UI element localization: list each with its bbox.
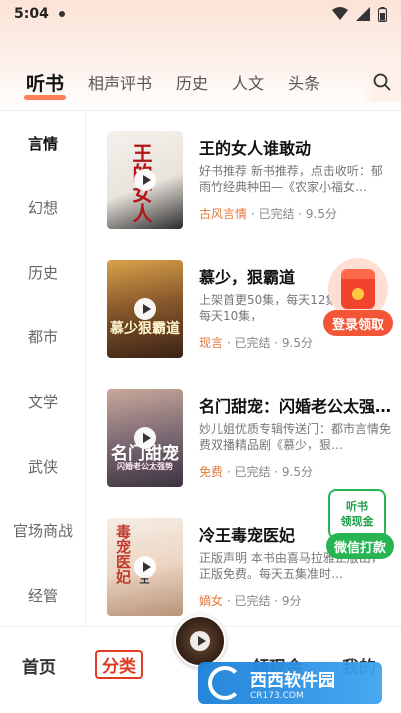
wechat-payout-button[interactable]: 微信打款 xyxy=(326,533,394,559)
tab-humanities[interactable]: 人文 xyxy=(232,70,264,94)
book-description: 妙儿姐优质专辑传送门：都市言情免费双播精品剧《慕少，狠… xyxy=(199,422,391,452)
book-meta: 古风言情 · 已完结 · 9.5分 xyxy=(199,205,337,222)
tab-headlines[interactable]: 头条 xyxy=(288,70,320,94)
sidebar-item-martial-arts[interactable]: 武侠 xyxy=(0,456,86,477)
status-icons xyxy=(332,6,387,22)
book-genre: 免费 xyxy=(199,465,224,479)
book-genre: 嫡女 xyxy=(199,594,224,608)
play-icon xyxy=(134,298,156,320)
tab-crosstalk-storytelling[interactable]: 相声评书 xyxy=(88,70,152,94)
nav-home[interactable]: 首页 xyxy=(22,653,56,678)
site-watermark: 西西软件园 CR173.COM xyxy=(198,662,382,704)
list-item[interactable]: 名门甜宠 闪婚老公太强势 名门甜宠：闪婚老公太强… 妙儿姐优质专辑传送门：都市言… xyxy=(87,389,401,499)
watermark-sub-text: CR173.COM xyxy=(250,690,304,701)
book-cover: 慕少狠霸道 xyxy=(107,260,183,358)
sidebar-item-economics[interactable]: 经管 xyxy=(0,585,86,606)
book-cover: 毒宠医妃 冷王 xyxy=(107,518,183,616)
login-reward-float[interactable]: 登录领取 xyxy=(323,258,393,338)
wifi-icon xyxy=(332,7,348,20)
sidebar-item-fantasy[interactable]: 幻想 xyxy=(0,197,86,218)
category-tabs: 听书 相声评书 历史 人文 头条 xyxy=(0,62,401,102)
cover-title: 毒宠医妃 xyxy=(114,524,132,584)
cover-subtitle: 闪婚老公太强势 xyxy=(117,461,173,471)
search-button[interactable] xyxy=(363,62,401,102)
watermark-main-text: 西西软件园 xyxy=(250,670,335,691)
sidebar-item-literature[interactable]: 文学 xyxy=(0,391,86,412)
book-status: · 已完结 · 9分 xyxy=(226,594,302,608)
listen-cash-line1: 听书 xyxy=(346,500,368,513)
listen-cash-line2: 领现金 xyxy=(340,515,374,528)
book-genre: 古风言情 xyxy=(199,207,248,221)
book-meta: 免费 · 已完结 · 9.5分 xyxy=(199,463,313,480)
tab-listen-books[interactable]: 听书 xyxy=(23,69,67,100)
book-meta: 嫡女 · 已完结 · 9分 xyxy=(199,592,302,609)
listen-cash-card: 听书 领现金 xyxy=(328,489,386,539)
book-title: 名门甜宠：闪婚老公太强… xyxy=(199,397,392,416)
status-time: 5:04 xyxy=(14,6,49,22)
book-cover: 王的女人 xyxy=(107,131,183,229)
book-description: 好书推荐 新书推荐，点击收听：郁雨竹经典种田—《农家小福女… xyxy=(199,164,383,194)
play-icon xyxy=(134,169,156,191)
sidebar-item-history[interactable]: 历史 xyxy=(0,262,86,283)
watermark-logo-icon xyxy=(208,666,242,700)
list-item[interactable]: 王的女人 王的女人谁敢动 好书推荐 新书推荐，点击收听：郁雨竹经典种田—《农家小… xyxy=(87,131,401,241)
status-bar: 5:04 xyxy=(0,0,401,28)
signal-icon xyxy=(356,7,370,21)
book-meta: 现言 · 已完结 · 9.5分 xyxy=(199,334,313,351)
cover-title: 慕少狠霸道 xyxy=(110,321,180,337)
play-icon xyxy=(134,556,156,578)
notification-dot-icon xyxy=(58,11,65,17)
play-icon xyxy=(190,631,210,651)
book-status: · 已完结 · 9.5分 xyxy=(250,207,338,221)
book-title: 王的女人谁敢动 xyxy=(199,139,312,158)
sidebar-item-urban[interactable]: 都市 xyxy=(0,326,86,347)
battery-icon xyxy=(378,6,387,22)
sidebar-item-officialdom-business[interactable]: 官场商战 xyxy=(0,520,86,541)
book-status: · 已完结 · 9.5分 xyxy=(226,336,314,350)
play-icon xyxy=(134,427,156,449)
mini-player-button[interactable] xyxy=(174,615,226,667)
genre-sidebar: 言情 幻想 历史 都市 文学 武侠 官场商战 经管 xyxy=(0,111,86,626)
book-status: · 已完结 · 9.5分 xyxy=(226,465,314,479)
book-genre: 现言 xyxy=(199,336,224,350)
book-cover: 名门甜宠 闪婚老公太强势 xyxy=(107,389,183,487)
tab-history[interactable]: 历史 xyxy=(176,70,208,94)
nav-category[interactable]: 分类 xyxy=(95,650,143,679)
login-reward-label: 登录领取 xyxy=(323,310,393,336)
listen-cash-float[interactable]: 听书 领现金 微信打款 xyxy=(326,489,394,561)
search-icon xyxy=(373,73,391,91)
sidebar-item-romance[interactable]: 言情 xyxy=(0,133,86,154)
